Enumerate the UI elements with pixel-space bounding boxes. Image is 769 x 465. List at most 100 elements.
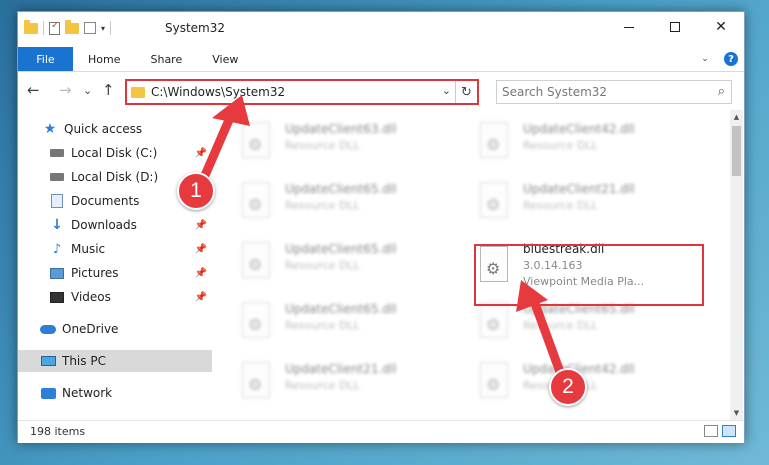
tab-file[interactable]: File [18, 47, 73, 71]
file-name: UpdateClient65.dll [285, 302, 397, 316]
pin-icon[interactable]: 📌 [195, 220, 207, 231]
file-type: Resource DLL [285, 139, 360, 152]
pin-icon[interactable]: 📌 [195, 148, 207, 159]
file-name: UpdateClient42.dll [523, 122, 635, 136]
tab-home[interactable]: Home [73, 47, 135, 71]
address-dropdown-icon[interactable]: ⌄ [442, 84, 451, 97]
step-marker-2: 2 [549, 368, 587, 406]
sidebar-item-label: Network [62, 386, 113, 400]
new-folder-icon[interactable] [65, 19, 79, 34]
tab-share[interactable]: Share [135, 47, 197, 71]
tab-view[interactable]: View [197, 47, 253, 71]
sidebar-item-downloads[interactable]: ↓ Downloads 📌 [18, 214, 212, 236]
minimize-button[interactable] [606, 12, 652, 42]
sidebar-item-music[interactable]: ♪ Music 📌 [18, 238, 212, 260]
scroll-up-icon[interactable]: ▲ [730, 110, 743, 124]
refresh-icon[interactable]: ↻ [455, 81, 477, 103]
scroll-thumb[interactable] [732, 126, 741, 176]
ribbon-tabs: File Home Share View ⌄ ? [18, 47, 744, 72]
window-title: System32 [165, 21, 226, 35]
sidebar-item-quick-access[interactable]: ★ Quick access [18, 118, 212, 140]
file-type: Resource DLL [523, 319, 598, 332]
sidebar-item-label: Downloads [71, 218, 137, 232]
file-name: UpdateClient21.dll [523, 182, 635, 196]
sidebar-item-label: This PC [62, 354, 106, 368]
file-item[interactable]: ⚙ UpdateClient21.dll Resource DLL [456, 178, 684, 222]
drive-icon [49, 146, 65, 160]
minimize-icon [624, 26, 634, 28]
file-type: Resource DLL [523, 199, 598, 212]
search-input[interactable]: Search System32 ⌕ [496, 80, 732, 104]
file-name: UpdateClient65.dll [285, 242, 397, 256]
dll-file-icon: ⚙ [480, 302, 508, 338]
sidebar-item-videos[interactable]: Videos 📌 [18, 286, 212, 308]
file-item[interactable]: ⚙ UpdateClient42.dll Resource DLL [456, 118, 684, 162]
pin-icon[interactable]: 📌 [195, 268, 207, 279]
recent-locations-icon[interactable]: ⌄ [83, 84, 92, 97]
forward-arrow-icon[interactable]: → [59, 81, 72, 99]
window-controls: ✕ [606, 12, 744, 42]
pin-icon[interactable]: 📌 [195, 292, 207, 303]
pictures-icon [49, 266, 65, 280]
search-icon[interactable]: ⌕ [718, 84, 725, 99]
scroll-down-icon[interactable]: ▼ [730, 406, 743, 420]
address-bar[interactable]: C:\Windows\System32 ⌄ ↻ [125, 79, 479, 105]
customize-qat-icon[interactable]: ▾ [101, 24, 105, 33]
maximize-button[interactable] [652, 12, 698, 42]
view-toggle [704, 425, 736, 437]
file-item[interactable]: ⚙ UpdateClient65.dll Resource DLL [218, 238, 446, 282]
sidebar-item-local-disk-c[interactable]: Local Disk (C:) 📌 [18, 142, 212, 164]
large-icons-view-icon[interactable] [722, 425, 736, 437]
navigation-pane: ★ Quick access Local Disk (C:) 📌 Local D… [18, 115, 212, 420]
drive-icon [49, 170, 65, 184]
computer-icon [40, 354, 56, 368]
dll-file-icon: ⚙ [242, 122, 270, 158]
sidebar-item-network[interactable]: Network [18, 382, 212, 404]
title-bar: ▾ System32 ✕ [18, 12, 744, 45]
sidebar-item-label: Videos [71, 290, 111, 304]
video-icon [49, 290, 65, 304]
layout-icon[interactable] [84, 22, 96, 34]
file-item[interactable]: ⚙ UpdateClient65.dll Resource DLL [218, 298, 446, 342]
sidebar-item-label: Quick access [64, 122, 143, 136]
pin-icon[interactable]: 📌 [195, 244, 207, 255]
step-marker-1: 1 [177, 172, 215, 210]
details-view-icon[interactable] [704, 425, 718, 437]
cloud-icon [40, 322, 56, 336]
vertical-scrollbar[interactable]: ▲ ▼ [730, 110, 743, 420]
sidebar-item-label: Pictures [71, 266, 119, 280]
dll-file-icon: ⚙ [242, 362, 270, 398]
file-item[interactable]: ⚙ UpdateClient65.dll Resource DLL [218, 178, 446, 222]
file-name: UpdateClient65.dll [285, 182, 397, 196]
sidebar-item-label: Music [71, 242, 106, 256]
file-item[interactable]: ⚙ UpdateClient21.dll Resource DLL [218, 358, 446, 402]
star-icon: ★ [43, 121, 57, 137]
dll-file-icon: ⚙ [480, 362, 508, 398]
close-button[interactable]: ✕ [698, 12, 744, 42]
help-button[interactable]: ? [718, 47, 744, 71]
sidebar-item-label: Local Disk (C:) [71, 146, 158, 160]
file-type: Resource DLL [285, 379, 360, 392]
back-arrow-icon[interactable]: ← [27, 81, 40, 99]
download-icon: ↓ [51, 217, 63, 233]
properties-icon[interactable] [49, 20, 60, 35]
address-path[interactable]: C:\Windows\System32 [151, 85, 285, 99]
sidebar-item-this-pc[interactable]: This PC [18, 350, 212, 372]
file-item[interactable]: ⚙ UpdateClient63.dll Resource DLL [218, 118, 446, 162]
close-icon: ✕ [715, 19, 727, 35]
expand-ribbon-icon[interactable]: ⌄ [692, 47, 718, 71]
file-type: Resource DLL [523, 139, 598, 152]
dll-file-icon: ⚙ [480, 182, 508, 218]
file-type: Resource DLL [285, 199, 360, 212]
dll-file-icon: ⚙ [242, 242, 270, 278]
sidebar-item-label: Documents [71, 194, 140, 208]
sidebar-item-pictures[interactable]: Pictures 📌 [18, 262, 212, 284]
sidebar-item-label: Local Disk (D:) [71, 170, 159, 184]
sidebar-item-onedrive[interactable]: OneDrive [18, 318, 212, 340]
document-icon [49, 194, 65, 208]
dll-file-icon: ⚙ [242, 302, 270, 338]
music-icon: ♪ [52, 241, 62, 257]
status-bar: 198 items [18, 420, 744, 443]
up-arrow-icon[interactable]: ↑ [102, 81, 115, 99]
highlight-box [474, 244, 704, 306]
